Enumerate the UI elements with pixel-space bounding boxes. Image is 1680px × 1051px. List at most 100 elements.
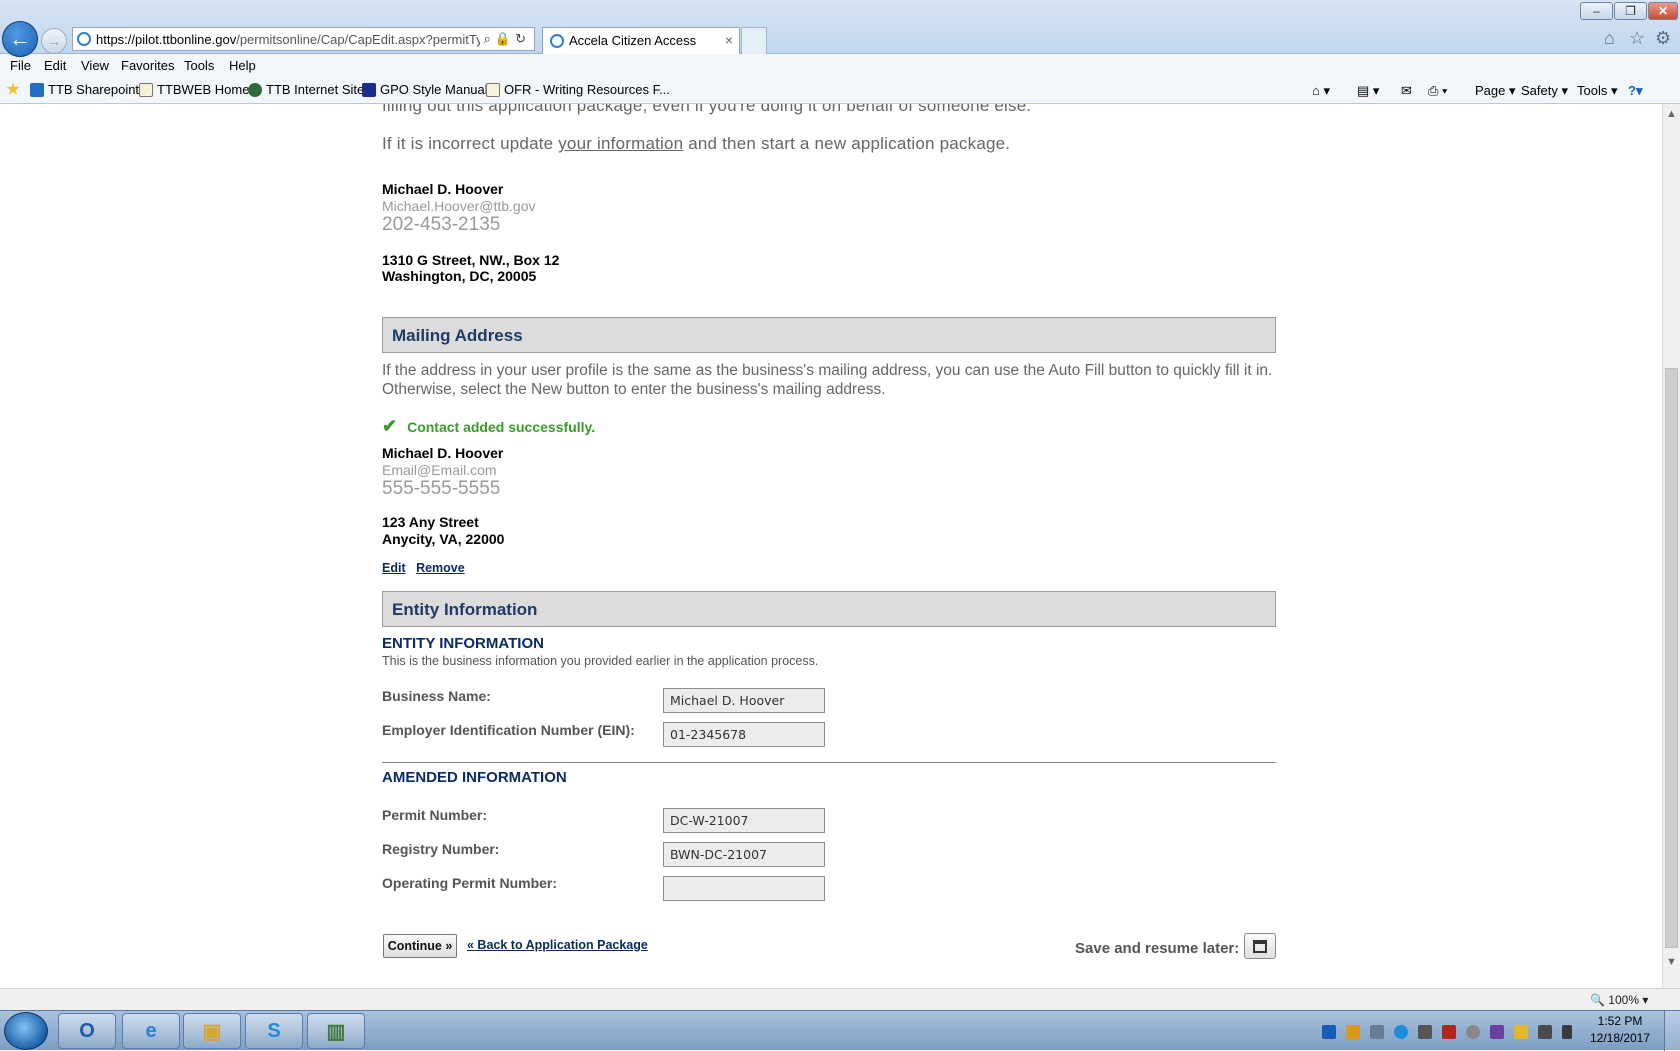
- page-viewport: filling out this application package, ev…: [0, 104, 1662, 988]
- network-tray-icon[interactable]: [1538, 1025, 1552, 1039]
- sync-tray-icon[interactable]: [1466, 1025, 1480, 1039]
- mailing-contact-name: Michael D. Hoover: [382, 445, 504, 461]
- menu-view[interactable]: View: [81, 58, 109, 73]
- outlook-tray-icon[interactable]: [1322, 1025, 1336, 1039]
- address-bar[interactable]: https://pilot.ttbonline.gov/permitsonlin…: [72, 27, 535, 51]
- shield-tray-icon[interactable]: [1442, 1025, 1456, 1039]
- key-tray-icon[interactable]: [1514, 1025, 1528, 1039]
- mailing-address-header: Mailing Address: [382, 317, 1276, 353]
- fav-ofr-writing-resources[interactable]: OFR - Writing Resources F...: [486, 82, 670, 97]
- applicant-email: Michael.Hoover@ttb.gov: [382, 198, 536, 214]
- permit-number-field[interactable]: [663, 808, 825, 833]
- skype-taskbar-icon[interactable]: S: [245, 1013, 303, 1049]
- success-message: ✔ Contact added successfully.: [382, 416, 596, 436]
- remove-contact-link[interactable]: Remove: [416, 561, 465, 575]
- clock-date: 12/18/2017: [1589, 1031, 1651, 1045]
- start-button[interactable]: [4, 1012, 48, 1050]
- fav-gpo-style-manual[interactable]: GPO Style Manual: [362, 82, 488, 97]
- back-button[interactable]: ←: [2, 21, 38, 57]
- applicant-address-line1: 1310 G Street, NW., Box 12: [382, 252, 560, 268]
- save-button[interactable]: [1244, 933, 1276, 959]
- operating-permit-number-field[interactable]: [663, 876, 825, 901]
- scroll-down-icon[interactable]: ▼: [1666, 956, 1677, 968]
- show-desktop-button[interactable]: [1664, 1011, 1680, 1051]
- volume-tray-icon[interactable]: [1562, 1025, 1572, 1039]
- menu-help[interactable]: Help: [229, 58, 256, 73]
- tab-title: Accela Citizen Access: [569, 33, 697, 48]
- url-path: /permitsonline/Cap/CapEdit.aspx?permitTy…: [236, 31, 490, 47]
- entity-information-description: This is the business information you pro…: [382, 654, 819, 668]
- zoom-level[interactable]: 🔍 100% ▾: [1590, 993, 1648, 1007]
- favorites-star-icon[interactable]: [6, 82, 24, 96]
- minimize-button[interactable]: –: [1580, 2, 1613, 20]
- print-icon[interactable]: ⎙ ▾: [1428, 83, 1447, 99]
- address-bar-tools: ⌕🔒↻: [479, 31, 530, 47]
- tab-accela-citizen-access[interactable]: Accela Citizen Access ×: [542, 27, 740, 54]
- business-name-field[interactable]: [663, 688, 825, 713]
- help-icon[interactable]: ?▾: [1628, 83, 1642, 99]
- mailing-contact-phone: 555-555-5555: [382, 478, 501, 499]
- ein-field[interactable]: [663, 722, 825, 747]
- restore-icon: ❐: [1625, 4, 1636, 18]
- sharepoint-icon: [30, 82, 44, 97]
- back-to-application-package-link[interactable]: « Back to Application Package: [467, 938, 648, 952]
- applicant-name: Michael D. Hoover: [382, 181, 504, 197]
- pen-tray-icon[interactable]: [1346, 1025, 1360, 1039]
- scroll-up-icon[interactable]: ▲: [1666, 108, 1677, 120]
- mail-icon[interactable]: ✉: [1401, 83, 1412, 99]
- vertical-scrollbar[interactable]: ▲ ▼: [1662, 104, 1680, 988]
- fav-ttbweb-home[interactable]: TTBWEB Home: [139, 82, 249, 97]
- menu-tools[interactable]: Tools: [184, 58, 214, 73]
- registry-number-field[interactable]: [663, 842, 825, 867]
- search-icon[interactable]: ⌕: [484, 31, 495, 46]
- scroll-thumb[interactable]: [1665, 368, 1678, 948]
- menu-tools-cmd[interactable]: Tools ▾: [1577, 83, 1618, 99]
- page-icon: [139, 82, 153, 97]
- file-explorer-taskbar-icon[interactable]: ▣: [183, 1013, 241, 1049]
- continue-button[interactable]: Continue »: [383, 934, 457, 958]
- amended-information-subtitle: AMENDED INFORMATION: [382, 769, 567, 786]
- nx-tray-icon[interactable]: [1490, 1025, 1504, 1039]
- operating-permit-number-label: Operating Permit Number:: [382, 875, 558, 891]
- device-tray-icon[interactable]: [1418, 1025, 1432, 1039]
- system-clock[interactable]: 1:52 PM 12/18/2017: [1585, 1013, 1655, 1047]
- user-tray-icon[interactable]: [1370, 1025, 1384, 1039]
- refresh-icon[interactable]: ↻: [515, 31, 530, 46]
- gear-icon[interactable]: ⚙: [1655, 28, 1671, 49]
- close-window-button[interactable]: ✕: [1648, 2, 1678, 20]
- close-icon: ✕: [1657, 4, 1669, 18]
- fav-ttb-sharepoint[interactable]: TTB Sharepoint: [30, 82, 139, 97]
- edit-contact-link[interactable]: Edit: [382, 561, 406, 575]
- internet-explorer-taskbar-icon[interactable]: e: [122, 1013, 180, 1049]
- fav-ttb-internet-site[interactable]: TTB Internet Site: [248, 82, 364, 97]
- save-disk-icon: [1253, 939, 1267, 953]
- mailing-address-line2: Anycity, VA, 22000: [382, 531, 505, 547]
- section-divider: [382, 762, 1276, 763]
- home-icon[interactable]: ⌂ ▾: [1312, 83, 1330, 99]
- menu-edit[interactable]: Edit: [44, 58, 66, 73]
- new-tab-button[interactable]: [741, 27, 767, 54]
- restore-button[interactable]: ❐: [1614, 2, 1647, 20]
- menu-safety[interactable]: Safety ▾: [1521, 83, 1568, 99]
- clock-time: 1:52 PM: [1597, 1014, 1643, 1028]
- rss-feed-icon[interactable]: ▤ ▾: [1357, 83, 1379, 99]
- app-window-taskbar-icon[interactable]: ▥: [307, 1013, 365, 1049]
- forward-button[interactable]: →: [41, 28, 67, 54]
- url-host: https://pilot.ttbonline.gov: [96, 31, 237, 47]
- home-icon[interactable]: ⌂: [1604, 28, 1615, 49]
- registry-number-label: Registry Number:: [382, 841, 500, 857]
- favorites-star-icon[interactable]: ☆: [1629, 28, 1645, 49]
- mailing-address-description: If the address in your user profile is t…: [382, 362, 1273, 398]
- menu-favorites[interactable]: Favorites: [121, 58, 174, 73]
- outlook-taskbar-icon[interactable]: O: [58, 1013, 116, 1049]
- seal-icon: [248, 82, 262, 97]
- menu-page[interactable]: Page ▾: [1475, 83, 1516, 99]
- ie-page-icon: [77, 32, 91, 46]
- minimize-icon: –: [1593, 4, 1600, 18]
- skype-tray-icon[interactable]: [1394, 1025, 1408, 1039]
- page-icon: [486, 82, 500, 97]
- your-information-link[interactable]: your information: [558, 134, 683, 153]
- menu-file[interactable]: File: [10, 58, 31, 73]
- arrow-right-icon: →: [47, 33, 61, 49]
- tab-close-icon[interactable]: ×: [725, 32, 733, 48]
